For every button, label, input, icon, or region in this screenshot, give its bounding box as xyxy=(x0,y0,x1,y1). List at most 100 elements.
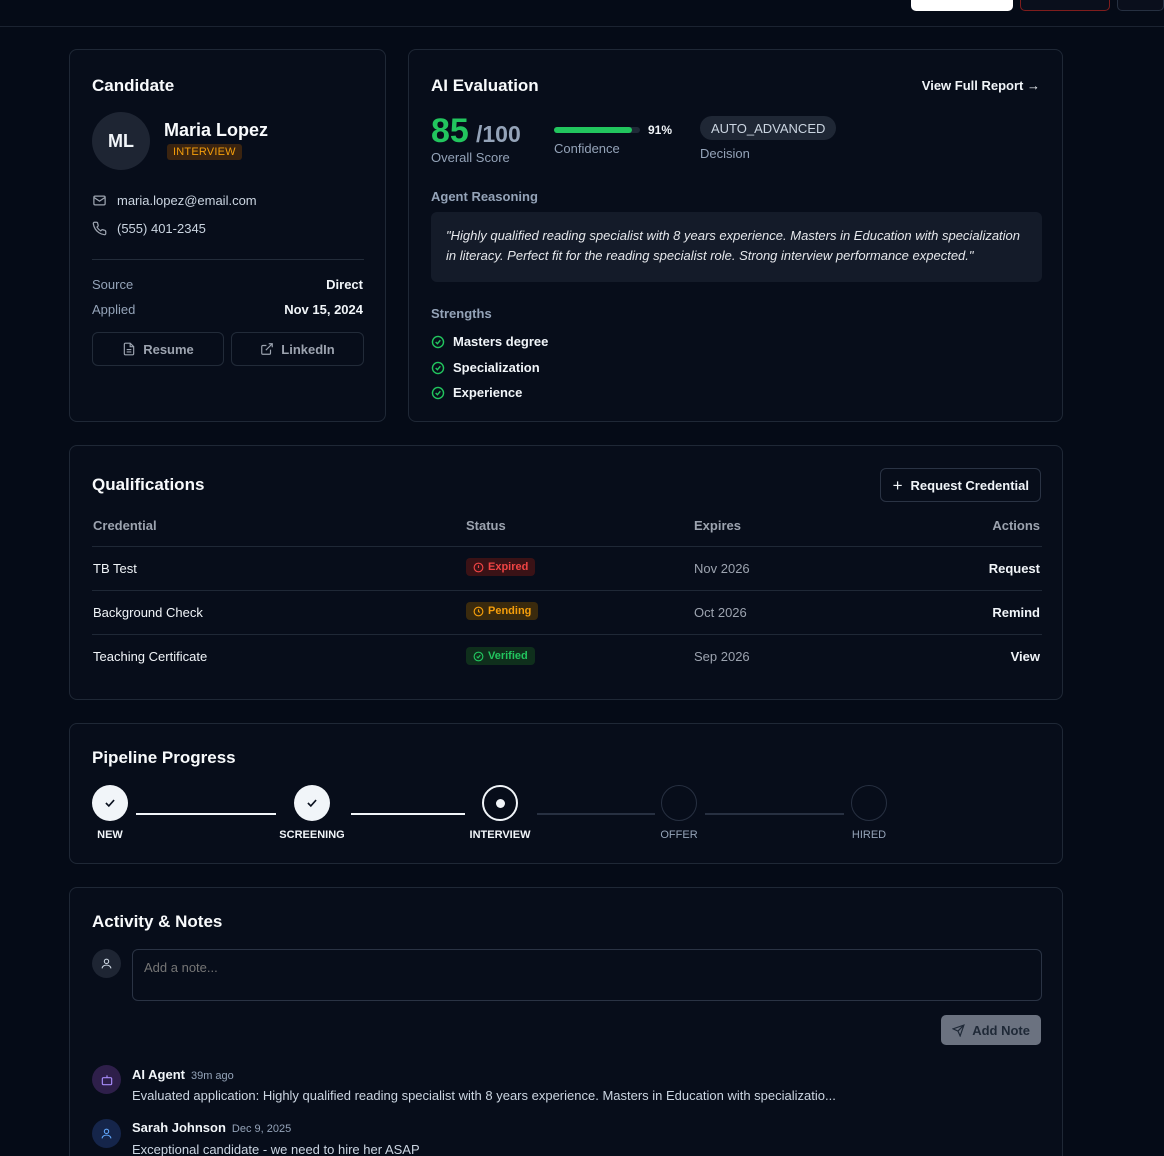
view-full-report-link[interactable]: View Full Report → xyxy=(922,78,1040,93)
agent-reasoning-label: Agent Reasoning xyxy=(431,189,538,204)
expires-value: Nov 2026 xyxy=(694,561,750,576)
overall-score: 85 xyxy=(431,112,469,150)
activity-time: 39m ago xyxy=(190,1070,234,1082)
linkedin-label: LinkedIn xyxy=(281,341,335,357)
strength-label: Masters degree xyxy=(453,334,549,349)
activity-entry-header: AI Agent 39m ago xyxy=(132,1067,234,1082)
avatar: ML xyxy=(92,112,150,170)
stage-label-new: NEW xyxy=(97,829,123,841)
status-badge: Expired xyxy=(466,558,536,576)
confidence-value: 91% xyxy=(648,123,673,137)
linkedin-button[interactable]: LinkedIn xyxy=(231,332,364,366)
expires-value: Oct 2026 xyxy=(694,605,747,620)
top-more-button[interactable] xyxy=(1117,0,1164,11)
candidate-card-title: Candidate xyxy=(92,76,175,95)
send-icon xyxy=(952,1023,966,1037)
activity-text: Evaluated application: Highly qualified … xyxy=(132,1088,836,1103)
ai-evaluation-card: AI Evaluation View Full Report → 85 /100… xyxy=(408,49,1063,422)
strength-item: Specialization xyxy=(431,360,540,375)
check-circle-icon xyxy=(431,335,445,348)
applied-value: Nov 15, 2024 xyxy=(284,302,363,317)
source-value: Direct xyxy=(326,277,363,292)
strength-item: Experience xyxy=(431,385,522,400)
pipeline-connector xyxy=(136,813,276,815)
add-note-label: Add Note xyxy=(972,1022,1030,1038)
row-divider xyxy=(92,590,1042,591)
credential-name: Teaching Certificate xyxy=(93,649,208,664)
row-action-remind[interactable]: Remind xyxy=(992,605,1040,620)
stage-label-interview: INTERVIEW xyxy=(469,829,531,841)
pipeline-connector xyxy=(705,813,844,815)
row-divider xyxy=(92,634,1042,635)
ai-evaluation-title: AI Evaluation xyxy=(431,76,539,95)
resume-label: Resume xyxy=(143,341,194,357)
qualifications-card: Qualifications + Request Credential Cred… xyxy=(69,445,1063,700)
decision-label: Decision xyxy=(700,146,750,161)
candidate-name: Maria Lopez xyxy=(164,120,269,140)
strength-label: Experience xyxy=(453,385,523,400)
phone-icon xyxy=(92,221,107,236)
status-label: Verified xyxy=(488,650,528,662)
strengths-label: Strengths xyxy=(431,306,492,321)
clock-icon xyxy=(473,606,484,616)
user-icon xyxy=(101,1128,112,1139)
request-credential-button[interactable]: + Request Credential xyxy=(879,468,1041,502)
decision-badge: AUTO_ADVANCED xyxy=(700,116,837,140)
applied-label: Applied xyxy=(92,302,136,317)
credential-name: TB Test xyxy=(93,561,137,576)
activity-text: Exceptional candidate - we need to hire … xyxy=(132,1142,420,1156)
agent-reasoning-text: "Highly qualified reading specialist wit… xyxy=(431,212,1042,282)
check-circle-icon xyxy=(431,386,445,399)
column-header-actions: Actions xyxy=(992,518,1040,533)
divider xyxy=(92,259,364,260)
confidence-label: Confidence xyxy=(554,141,620,156)
credential-name: Background Check xyxy=(93,605,203,620)
column-header-expires: Expires xyxy=(694,518,741,533)
strength-item: Masters degree xyxy=(431,334,548,349)
phone-text: (555) 401-2345 xyxy=(117,221,206,236)
add-note-button[interactable]: Add Note xyxy=(941,1015,1041,1045)
email-text: maria.lopez@email.com xyxy=(117,193,257,208)
stage-hired-pending xyxy=(851,785,887,821)
stage-screening-complete xyxy=(294,785,330,821)
activity-notes-title: Activity & Notes xyxy=(92,912,223,931)
status-label: Pending xyxy=(488,605,532,617)
activity-author: Sarah Johnson xyxy=(132,1120,226,1135)
status-badge: Verified xyxy=(466,647,535,665)
column-header-credential: Credential xyxy=(93,518,157,533)
column-header-status: Status xyxy=(466,518,506,533)
check-circle-icon xyxy=(431,361,445,374)
pipeline-progress-card: Pipeline Progress NEW SCREENING INTERVIE… xyxy=(69,723,1063,864)
mail-icon xyxy=(93,195,106,206)
stage-interview-current xyxy=(482,785,518,821)
email-row[interactable]: maria.lopez@email.com xyxy=(92,193,257,208)
file-icon xyxy=(123,342,135,356)
pipeline-connector xyxy=(537,813,655,815)
top-danger-button[interactable] xyxy=(1020,0,1110,11)
expires-value: Sep 2026 xyxy=(694,649,750,664)
stage-offer-pending xyxy=(661,785,697,821)
external-link-icon xyxy=(261,343,274,355)
pipeline-connector xyxy=(351,813,465,815)
strength-label: Specialization xyxy=(453,360,540,375)
plus-icon: + xyxy=(892,475,903,495)
row-action-request[interactable]: Request xyxy=(989,561,1040,576)
top-bar xyxy=(0,0,1164,27)
row-action-view[interactable]: View xyxy=(1011,649,1040,664)
phone-row[interactable]: (555) 401-2345 xyxy=(92,221,206,236)
score-max: /100 xyxy=(476,121,521,147)
candidate-card: Candidate ML Maria Lopez INTERVIEW maria… xyxy=(69,49,386,422)
user-avatar xyxy=(92,1119,121,1148)
top-primary-button[interactable] xyxy=(911,0,1013,11)
stage-new-complete xyxy=(92,785,128,821)
note-input[interactable] xyxy=(132,949,1042,1001)
resume-button[interactable]: Resume xyxy=(92,332,224,366)
pipeline-progress-title: Pipeline Progress xyxy=(92,748,236,767)
user-icon xyxy=(101,958,112,969)
status-badge: Pending xyxy=(466,602,539,620)
confidence-bar-fill xyxy=(554,127,633,133)
activity-author: AI Agent xyxy=(132,1067,185,1082)
ai-agent-avatar xyxy=(92,1065,121,1094)
stage-badge: INTERVIEW xyxy=(167,144,242,160)
qualifications-title: Qualifications xyxy=(92,475,205,494)
